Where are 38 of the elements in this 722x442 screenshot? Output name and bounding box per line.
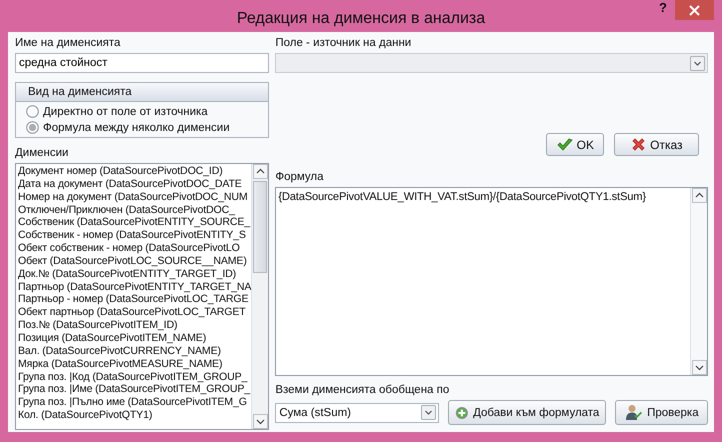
list-item[interactable]: Отключен/Приключен (DataSourcePivotDOC_ [18,204,252,216]
list-item[interactable]: Номер на документ (DataSourcePivotDOC_NUM [18,190,252,204]
list-item[interactable]: Обект собственик - номер (DataSourcePivotLO [18,242,252,255]
list-item[interactable]: Кол. (DataSourcePivotQTY1) [18,409,252,422]
list-item[interactable]: Дата на документ (DataSourcePivotDOC_DATE [18,178,252,191]
field-label: Поле - източник на данни [275,37,412,51]
group-header: Вид на дименсията [16,83,268,102]
list-item[interactable]: Група поз. |Пълно име (DataSourcePivotITEM_G [18,396,252,410]
field-label: Вземи дименсията обобщена по [275,384,450,398]
list-item[interactable]: Вал. (DataSourcePivotCURRENCY_NAME) [18,344,252,358]
name-field[interactable]: средна стойност [15,53,270,73]
list-item[interactable]: Група поз. |Код (DataSourcePivotITEM_GROUP_ [18,370,252,384]
list-item[interactable]: Док.№ (DataSourcePivotENTITY_TARGET_ID) [18,268,252,281]
radio-label: Директно от поле от източника [43,106,208,118]
list-item[interactable]: Обект партньор (DataSourcePivotLOC_TARGET [18,306,252,320]
list-label: Дименсии [15,147,70,161]
ok-button[interactable]: OK [546,133,604,156]
field-label: Име на дименсията [15,37,122,51]
list-item[interactable]: Обект (DataSourcePivotLOC_SOURCE__NAME) [18,254,252,268]
cancel-button[interactable]: Отказ [614,133,700,156]
help-button[interactable]: ? [659,0,667,15]
list-item[interactable]: Позиция (DataSourcePivotITEM_NAME) [18,332,252,345]
window-title: Редакция на дименсия в анализа [236,9,486,28]
list-item[interactable]: Партньор - номер (DataSourcePivotLOC_TARGE [18,293,252,306]
list-item[interactable]: Собственик (DataSourcePivotENTITY_SOURCE_ [18,216,252,230]
formula-label: Формула [275,171,325,185]
list-item[interactable]: Поз.№ (DataSourcePivotITEM_ID) [18,319,252,332]
add-button[interactable]: Добави към формулата [448,400,606,425]
list-item[interactable]: Собственик - номер (DataSourcePivotENTITY_S [18,229,252,242]
formula-box[interactable]: {DataSourcePivotVALUE_WITH_VAT.stSum}/{DataSourcePivotQTY1.stSum} [275,187,708,376]
formula-text: {DataSourcePivotVALUE_WITH_VAT.stSum}/{DataSourcePivotQTY1.stSum} [277,190,647,205]
list-item[interactable]: Документ номер (DataSourcePivotDOC_ID) [18,165,252,178]
list-item[interactable]: Партньор (DataSourcePivotENTITY_TARGET_NA [18,280,252,294]
aggregate-dropdown[interactable]: Сума (stSum) [275,402,440,422]
radio-label: Формула между няколко дименсии [43,122,230,134]
list-item[interactable]: Група поз. |Име (DataSourcePivotITEM_GROUP_ [18,383,252,396]
check-button[interactable]: Проверка [615,400,708,425]
list-item[interactable]: Мярка (DataSourcePivotMEASURE_NAME) [18,358,252,370]
